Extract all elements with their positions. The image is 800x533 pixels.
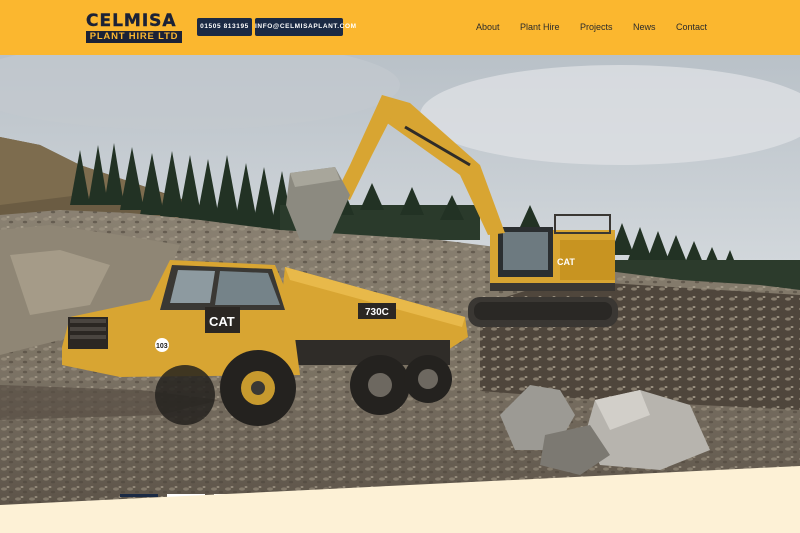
slider-dot-2[interactable] — [167, 494, 205, 497]
nav-item-projects[interactable]: Projects — [580, 22, 613, 32]
nav-item-about[interactable]: About — [476, 22, 500, 32]
logo-subtitle: PLANT HIRE LTD — [86, 31, 182, 43]
slider-dot-1[interactable] — [120, 494, 158, 497]
phone-link[interactable]: 01505 813195 — [197, 18, 252, 36]
nav-item-contact[interactable]: Contact — [676, 22, 707, 32]
site-header: CELMISA PLANT HIRE LTD 01505 813195 INFO… — [0, 0, 800, 55]
email-link[interactable]: INFO@CELMISAPLANT.COM — [255, 18, 356, 36]
logo[interactable]: CELMISA PLANT HIRE LTD — [86, 11, 182, 44]
slider-dot-4[interactable] — [261, 494, 299, 497]
logo-wordmark: CELMISA — [86, 11, 177, 31]
excavator-brand-text: CAT — [557, 257, 575, 267]
nav-item-plant-hire[interactable]: Plant Hire — [520, 22, 560, 32]
truck-brand-text: CAT — [209, 314, 235, 329]
hero-image: CAT 730C CAT 103 — [0, 55, 800, 505]
truck-model-text: 730C — [365, 307, 389, 318]
slider-dot-3[interactable] — [214, 494, 252, 497]
page: CELMISA PLANT HIRE LTD 01505 813195 INFO… — [0, 0, 800, 533]
nav-item-news[interactable]: News — [633, 22, 656, 32]
slider-dot-5[interactable] — [308, 494, 346, 497]
hero-slider[interactable]: CAT 730C CAT 103 — [0, 55, 800, 505]
fleet-number-text: 103 — [156, 343, 168, 350]
